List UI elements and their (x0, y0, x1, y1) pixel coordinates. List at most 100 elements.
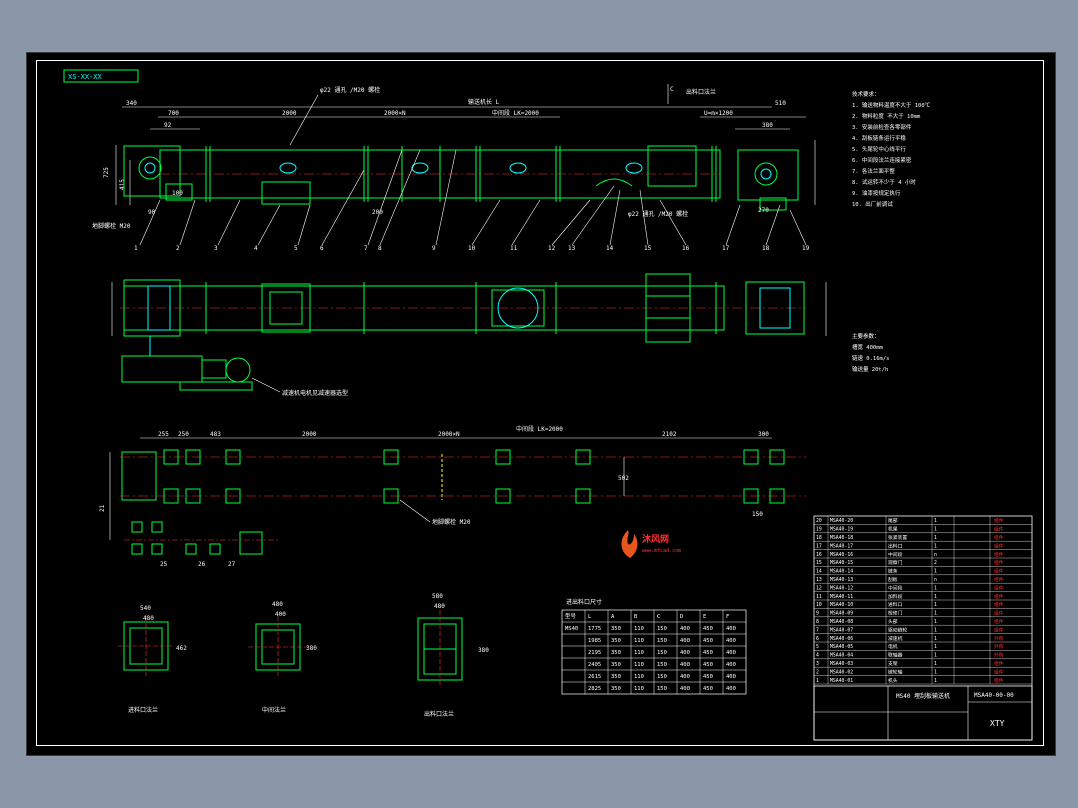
size-table-cell: 110 (634, 674, 644, 680)
bom-cell: 组件 (994, 601, 1004, 608)
bom-cell: 检修门 (888, 610, 903, 617)
size-table-cell: 1985 (588, 638, 601, 644)
bom-cell: 头部 (888, 618, 898, 625)
bom-cell: 组件 (994, 551, 1004, 558)
bom-cell: MSA40-05 (830, 644, 853, 650)
size-table-cell: 350 (611, 674, 621, 680)
bom-cell: MSA40-08 (830, 619, 853, 625)
label-outlet-top: 出料口法兰 (686, 88, 716, 96)
dim-bottom-0: 255 (158, 431, 169, 438)
flange-inlet-width: 540 (140, 605, 151, 612)
bom-cell: 10 (816, 602, 822, 608)
bom-cell: 组件 (994, 660, 1004, 667)
bom-cell: 中间段 (888, 584, 903, 591)
size-table-cell: 110 (634, 626, 644, 632)
dim-top-6: 92 (164, 122, 172, 129)
label-segment-bottom: 中间段 LK=2000 (516, 425, 563, 433)
bom-cell: 组件 (994, 677, 1004, 684)
bom-cell: 16 (816, 552, 822, 558)
elevation-view: 340 700 2000 2000×N 510 380 92 输送机长 L 中间… (92, 84, 816, 252)
corner-code: XS-XX-XX (68, 73, 103, 81)
bom-cell: MSA40-01 (830, 678, 853, 684)
bom-cell: 1 (934, 518, 937, 524)
label-hole-top: φ22 通孔 /M20 螺栓 (320, 86, 380, 94)
bom-cell: 外购 (994, 652, 1004, 659)
bom-cell: 1 (934, 602, 937, 608)
section-mid-title: 中间法兰 (262, 706, 286, 714)
tech-note-line: 技术要求： (852, 90, 880, 98)
bom-cell: 支架 (888, 660, 898, 667)
bom-cell: 12 (816, 585, 822, 591)
bom-cell: 2 (934, 560, 937, 566)
bom-cell: 20 (816, 518, 822, 524)
logo: 沐风网 www.mfcad.com (621, 530, 681, 558)
bom-cell: 1 (934, 543, 937, 549)
callout-5: 5 (294, 245, 298, 252)
bom-cell: 外购 (994, 635, 1004, 642)
bom-cell: 张紧装置 (888, 534, 907, 541)
dim-misc-6: 27 (228, 561, 236, 568)
callout-15: 15 (644, 245, 652, 252)
size-table-cell: MS40 (565, 626, 578, 632)
bom-cell: 8 (816, 619, 819, 625)
flange-sections: 540 480 462 进料口法兰 480 400 380 中间法兰 580 4… (118, 593, 489, 718)
bom-cell: 15 (816, 560, 822, 566)
bom-cell: 组件 (994, 534, 1004, 541)
label-mark-c: C (670, 86, 674, 93)
bom-cell: 1 (934, 569, 937, 575)
foundation-view: 255 250 483 2000 2000×N 2102 300 中间段 LK=… (99, 425, 806, 568)
logo-text: 沐风网 (642, 533, 669, 545)
bom-cell: MSA40-20 (830, 518, 853, 524)
tech-note-line: 5. 头尾轮中心线平行 (852, 145, 906, 153)
bom-cell: 组件 (994, 576, 1004, 583)
callout-11: 11 (510, 245, 518, 252)
tech-note-line: 4. 刮板链条运行平稳 (852, 134, 906, 142)
label-hole-right: φ22 通孔 /M20 螺栓 (628, 210, 688, 218)
dim-misc-2: 200 (372, 209, 383, 216)
drawing-name: MS40 埋刮板输送机 (896, 692, 950, 700)
bom-cell: MSA40-15 (830, 560, 853, 566)
tech-note-line: 6. 中间段法兰连接紧密 (852, 156, 912, 164)
callout-3: 3 (214, 245, 218, 252)
flange-mid-inner: 400 (275, 611, 286, 618)
flange-mid-width: 480 (272, 601, 283, 608)
size-table-cell: 150 (657, 686, 667, 692)
size-table-cell: 350 (611, 686, 621, 692)
bom-cell: 组件 (994, 568, 1004, 575)
bom-cell: MSA40-17 (830, 543, 853, 549)
size-table-cell: 型号 (565, 612, 577, 620)
label-length-u: U=m×1200 (704, 110, 733, 117)
corner-code-box: XS-XX-XX (63, 69, 139, 83)
dim-bottom-6: 300 (758, 431, 769, 438)
plan-view: 减速机电机见减速器选型 (111, 273, 827, 397)
bom-cell: 19 (816, 527, 822, 533)
size-table-cell: 150 (657, 662, 667, 668)
parameters: 主要参数： 槽宽 400mm 链速 0.16m/s 输送量 20t/h (852, 332, 890, 373)
size-table-cell: 400 (726, 650, 736, 656)
bom-cell: MSA40-18 (830, 535, 853, 541)
flame-icon (621, 530, 638, 558)
callout-9: 9 (432, 245, 436, 252)
dim-misc-8: 21 (99, 504, 106, 512)
size-table-cell: 350 (611, 626, 621, 632)
bom-cell: 组件 (994, 593, 1004, 600)
tech-note-line: 10. 出厂前调试 (852, 200, 893, 208)
bom-cell: 刮板 (888, 576, 898, 583)
callout-19: 19 (802, 245, 810, 252)
bom-cell: MSA40-13 (830, 577, 853, 583)
dim-bottom-3: 2000 (302, 431, 317, 438)
size-table-cell: B (634, 614, 638, 620)
bom-cell: 2 (816, 669, 819, 675)
size-table-cell: 110 (634, 650, 644, 656)
bom-cell: 组件 (994, 618, 1004, 625)
bom-cell: n (934, 553, 937, 558)
size-table-cell: 450 (703, 650, 713, 656)
size-table-cell: 150 (657, 638, 667, 644)
size-table: 进出料口尺寸 型号 L A B C D E F MS40 1775 350 110 150 400 450 4… (561, 598, 747, 695)
dim-bottom-1: 250 (178, 431, 189, 438)
bom-cell: 1 (934, 644, 937, 650)
bom-cell: 联轴器 (888, 652, 903, 659)
size-table-cell: 400 (680, 674, 690, 680)
size-table-cell: 2405 (588, 662, 601, 668)
callout-14: 14 (606, 245, 614, 252)
